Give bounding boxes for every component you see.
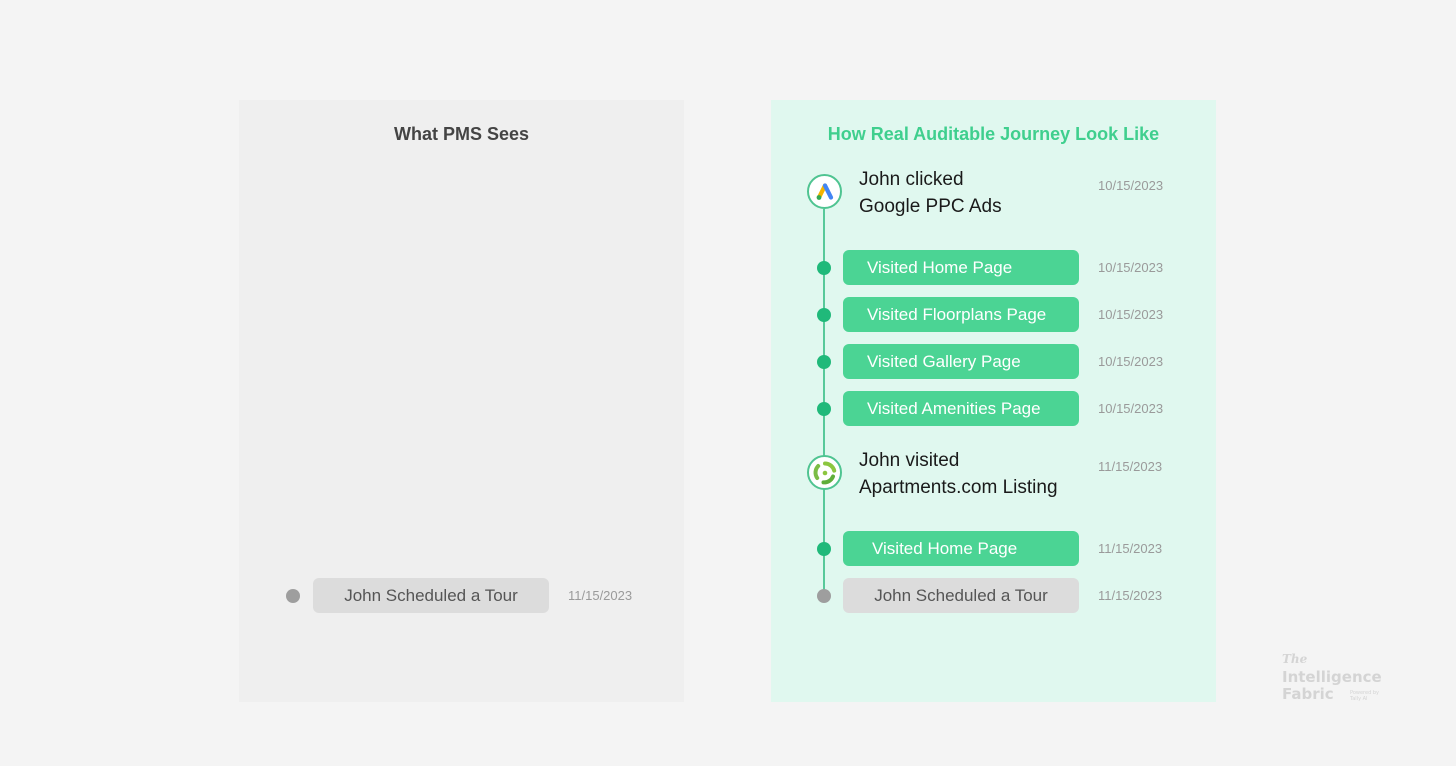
logo-tagline-2: Tally AI xyxy=(1350,696,1368,702)
event-date: 10/15/2023 xyxy=(1098,401,1164,416)
pms-panel-title: What PMS Sees xyxy=(393,124,530,144)
pms-view-panel: What PMS Sees John Scheduled a Tour 11/1… xyxy=(239,100,684,702)
timeline-dot xyxy=(817,402,831,416)
event-line-2: Google PPC Ads xyxy=(859,196,1002,217)
logo-the: The xyxy=(1282,652,1308,666)
event-date: 11/15/2023 xyxy=(1098,541,1163,556)
logo-fabric: Fabric xyxy=(1282,685,1334,703)
event-date: 11/15/2023 xyxy=(1098,459,1163,474)
timeline-dot xyxy=(817,308,831,322)
timeline-dot xyxy=(817,355,831,369)
event-line-1: John clicked xyxy=(859,169,964,190)
journey-view-panel: How Real Auditable Journey Look Like Joh… xyxy=(771,100,1216,702)
visited-floorplans-page-pill: Visited Floorplans Page xyxy=(843,297,1079,332)
event-google-ads: John clicked Google PPC Ads xyxy=(859,166,1002,220)
timeline-dot xyxy=(817,542,831,556)
logo-tagline: Powered by Tally AI xyxy=(1350,690,1379,702)
intelligence-fabric-logo: The Intelligence Fabric Powered by Tally… xyxy=(1282,652,1392,704)
visited-home-page-pill: Visited Home Page xyxy=(843,531,1079,566)
visited-amenities-page-pill: Visited Amenities Page xyxy=(843,391,1079,426)
event-date: 10/15/2023 xyxy=(1098,354,1164,369)
scheduled-tour-pill: John Scheduled a Tour xyxy=(313,578,549,613)
event-date: 11/15/2023 xyxy=(568,588,633,603)
event-line-2: Apartments.com Listing xyxy=(859,477,1058,498)
event-date: 10/15/2023 xyxy=(1098,307,1164,322)
event-line-1: John visited xyxy=(859,450,960,471)
scheduled-tour-pill: John Scheduled a Tour xyxy=(843,578,1079,613)
logo-intelligence: Intelligence xyxy=(1282,668,1382,686)
event-date: 11/15/2023 xyxy=(1098,588,1163,603)
timeline-dot xyxy=(817,589,831,603)
visited-gallery-page-pill: Visited Gallery Page xyxy=(843,344,1079,379)
journey-panel-title: How Real Auditable Journey Look Like xyxy=(827,124,1160,144)
apartments-com-icon xyxy=(807,455,842,490)
visited-home-page-pill: Visited Home Page xyxy=(843,250,1079,285)
timeline-dot xyxy=(286,589,300,603)
event-apartments-com: John visited Apartments.com Listing xyxy=(859,447,1058,501)
timeline-dot xyxy=(817,261,831,275)
event-date: 10/15/2023 xyxy=(1098,260,1164,275)
google-ads-icon xyxy=(807,174,842,209)
event-date: 10/15/2023 xyxy=(1098,178,1164,193)
